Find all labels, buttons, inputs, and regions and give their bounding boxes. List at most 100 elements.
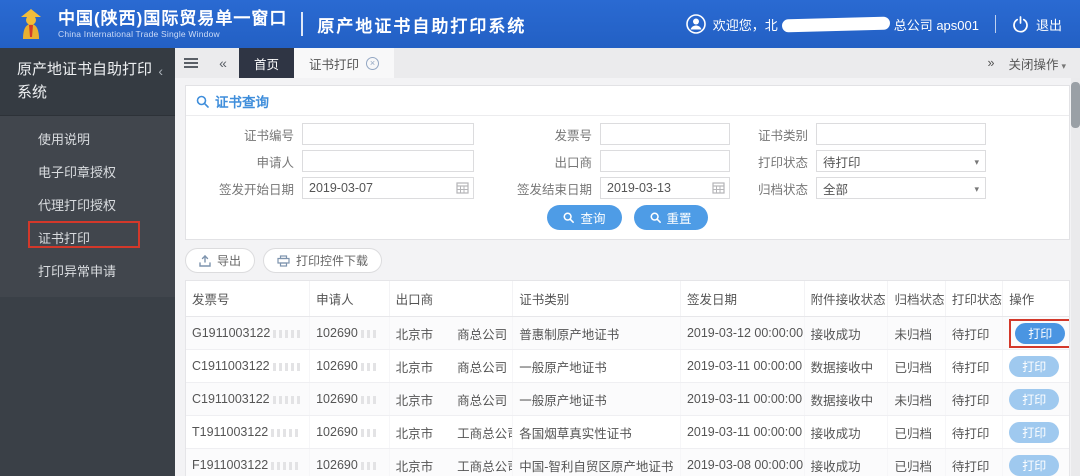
print-button[interactable]: 打印 bbox=[1009, 454, 1060, 476]
export-button[interactable]: 导出 bbox=[185, 248, 256, 273]
brand-logo-icon bbox=[21, 9, 41, 39]
cert-type-input[interactable] bbox=[816, 123, 986, 145]
print-button[interactable]: 打印 bbox=[1009, 421, 1060, 443]
applicant-input[interactable] bbox=[302, 150, 474, 172]
header-right: 欢迎您，北 总公司 aps001 退出 bbox=[685, 14, 1080, 34]
chevron-down-icon: ▾ bbox=[974, 157, 979, 167]
cell-action: 打印 bbox=[1002, 415, 1069, 449]
redaction-mark bbox=[273, 329, 304, 338]
tab-cert-print[interactable]: 证书打印 × bbox=[294, 48, 395, 78]
column-header: 签发日期 bbox=[680, 281, 805, 317]
cert-no-input[interactable] bbox=[302, 123, 474, 145]
sidebar-item-cert-print[interactable]: 证书打印 bbox=[0, 221, 175, 254]
menu-toggle-icon[interactable] bbox=[175, 48, 207, 78]
header-divider bbox=[994, 15, 996, 33]
sidebar: 原产地证书自助打印系统 ‹ 使用说明 电子印章授权 代理打印授权 证书打印 打印… bbox=[0, 48, 175, 476]
logout-label: 退出 bbox=[1035, 17, 1062, 33]
print-button[interactable]: 打印 bbox=[1015, 322, 1066, 344]
column-header: 操作 bbox=[1002, 281, 1069, 317]
cell-archive-status: 未归档 bbox=[887, 316, 946, 350]
search-icon bbox=[196, 95, 209, 108]
archive-status-label: 归档状态 bbox=[757, 182, 808, 197]
scroll-tabs-right-icon[interactable]: » bbox=[988, 56, 995, 70]
invoice-no-label: 发票号 bbox=[554, 128, 592, 143]
cell-cert-type: 中国-智利自贸区原产地证书 bbox=[512, 448, 681, 476]
cell-archive-status: 未归档 bbox=[887, 382, 946, 416]
scroll-tabs-left-icon[interactable]: « bbox=[207, 48, 239, 78]
search-title-label: 证书查询 bbox=[215, 95, 269, 110]
search-actions: 查询 重置 bbox=[186, 201, 1069, 239]
start-date-field bbox=[302, 177, 474, 199]
print-control-label: 打印控件下载 bbox=[296, 254, 369, 268]
cell-archive-status: 已归档 bbox=[887, 448, 946, 476]
table-toolbar: 导出 打印控件下载 bbox=[185, 248, 1070, 273]
print-status-label: 打印状态 bbox=[757, 155, 808, 170]
cell-print-status: 待打印 bbox=[945, 448, 1004, 476]
print-status-value: 待打印 bbox=[823, 155, 861, 170]
search-icon bbox=[563, 212, 575, 223]
print-button[interactable]: 打印 bbox=[1009, 388, 1060, 410]
brand-subtitle: China International Trade Single Window bbox=[58, 28, 220, 39]
vertical-scrollbar[interactable] bbox=[1071, 78, 1080, 476]
cell-applicant: 102690 bbox=[309, 448, 390, 476]
reset-button[interactable]: 重置 bbox=[633, 205, 708, 230]
cell-action: 打印 bbox=[1002, 316, 1069, 350]
cell-archive-status: 已归档 bbox=[887, 415, 946, 449]
sidebar-item-e-seal-auth[interactable]: 电子印章授权 bbox=[0, 155, 175, 188]
cell-attach-status: 接收成功 bbox=[804, 448, 889, 476]
archive-status-select[interactable]: 全部 ▾ bbox=[816, 177, 986, 199]
invoice-no-input[interactable] bbox=[600, 123, 730, 145]
scrollbar-thumb[interactable] bbox=[1071, 82, 1080, 128]
print-control-download-button[interactable]: 打印控件下载 bbox=[263, 248, 383, 273]
redaction-mark bbox=[272, 362, 303, 371]
export-button-label: 导出 bbox=[217, 254, 242, 268]
end-date-label: 签发结束日期 bbox=[516, 182, 592, 197]
calendar-icon[interactable] bbox=[456, 181, 469, 194]
cell-attach-status: 接收成功 bbox=[804, 415, 889, 449]
redaction-mark bbox=[360, 329, 377, 338]
end-date-input[interactable] bbox=[600, 177, 730, 199]
query-button[interactable]: 查询 bbox=[547, 205, 622, 230]
cell-invoice-no: T1911003122 bbox=[186, 415, 311, 449]
table-row: C1911003122 102690 北京市 商总公司 一般原产地证书 2019-03-1… bbox=[186, 382, 1069, 416]
cell-exporter: 北京市 商总公司 bbox=[389, 316, 514, 350]
print-button[interactable]: 打印 bbox=[1009, 355, 1060, 377]
sidebar-item-usage-guide[interactable]: 使用说明 bbox=[0, 122, 175, 155]
sidebar-item-print-exception[interactable]: 打印异常申请 bbox=[0, 254, 175, 287]
sidebar-item-label: 电子印章授权 bbox=[38, 165, 117, 180]
redaction-mark bbox=[360, 362, 377, 371]
cell-exporter: 北京市 商总公司 bbox=[389, 349, 514, 383]
hamburger-icon bbox=[184, 56, 198, 70]
sidebar-item-agent-print-auth[interactable]: 代理打印授权 bbox=[0, 188, 175, 221]
brand-text: 中国(陕西)国际贸易单一窗口 China International Trade… bbox=[58, 9, 287, 39]
cell-action: 打印 bbox=[1002, 382, 1069, 416]
cell-exporter: 北京市工商总公司 bbox=[389, 415, 514, 449]
logout-button[interactable]: 退出 bbox=[1012, 15, 1062, 34]
cert-no-label: 证书编号 bbox=[243, 128, 294, 143]
cell-action: 打印 bbox=[1002, 448, 1069, 476]
tab-label: 首页 bbox=[254, 57, 280, 72]
start-date-input[interactable] bbox=[302, 177, 474, 199]
start-date-label: 签发开始日期 bbox=[218, 182, 294, 197]
archive-status-value: 全部 bbox=[823, 182, 849, 197]
sidebar-collapse-icon[interactable]: ‹ bbox=[154, 59, 167, 84]
column-header: 发票号 bbox=[186, 281, 311, 317]
redaction-mark bbox=[271, 461, 302, 470]
cert-type-label: 证书类别 bbox=[757, 128, 808, 143]
tab-close-icon[interactable]: × bbox=[366, 56, 380, 70]
print-status-select[interactable]: 待打印 ▾ bbox=[816, 150, 986, 172]
cell-applicant: 102690 bbox=[309, 415, 390, 449]
redaction-mark bbox=[360, 461, 377, 470]
cell-print-status: 待打印 bbox=[945, 382, 1004, 416]
app-window: 中国(陕西)国际贸易单一窗口 China International Trade… bbox=[0, 0, 1080, 476]
close-operations-dropdown[interactable]: 关闭操作 ▾ bbox=[1008, 54, 1066, 73]
table-head-row: 发票号 申请人 出口商 证书类别 签发日期 附件接收状态 归档状态 打印状态 操作 bbox=[186, 281, 1069, 317]
query-button-label: 查询 bbox=[580, 212, 606, 226]
column-header: 出口商 bbox=[389, 281, 514, 317]
welcome-prefix: 欢迎您，北 bbox=[712, 17, 778, 33]
tab-home[interactable]: 首页 bbox=[239, 48, 295, 78]
calendar-icon[interactable] bbox=[712, 181, 725, 194]
exporter-input[interactable] bbox=[600, 150, 730, 172]
cell-applicant: 102690 bbox=[309, 382, 390, 416]
chevron-down-icon: ▾ bbox=[974, 184, 979, 194]
